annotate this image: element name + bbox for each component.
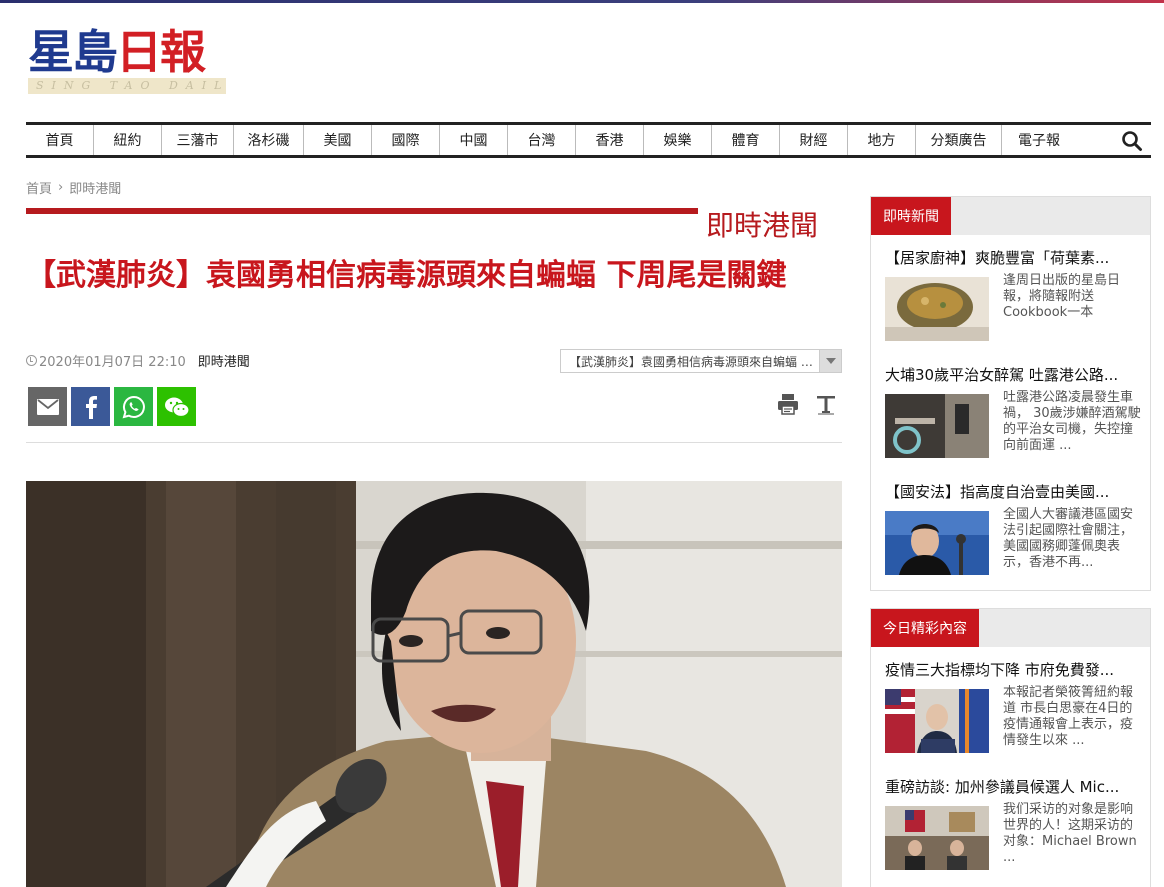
list-item: 大埔30歲平治女醉駕 吐露港公路... 吐露港公路凌晨發生車禍， 30歲涉嫌醉酒… xyxy=(871,352,1150,469)
nav-item-taiwan[interactable]: 台灣 xyxy=(508,125,576,155)
logo-chinese: 星島日報 xyxy=(28,25,206,79)
font-size-icon[interactable] xyxy=(814,392,838,416)
list-item: 疫情三大指標均下降 市府免費發... 本報記者榮筱箐紐約報道 市長白思豪在4日的… xyxy=(871,647,1150,764)
article-headline: 【武漢肺炎】袁國勇相信病毒源頭來自蝙蝠 下周尾是關鍵 xyxy=(26,258,787,293)
whatsapp-icon xyxy=(122,395,145,418)
article-photo xyxy=(26,481,842,887)
top-accent-line xyxy=(0,0,1164,3)
news-title[interactable]: 重磅訪談: 加州參議員候選人 Mic... xyxy=(885,776,1143,797)
news-thumbnail[interactable] xyxy=(885,394,989,458)
article-category[interactable]: 即時港聞 xyxy=(198,351,250,370)
photo-scene xyxy=(26,481,842,887)
news-description: 逢周日出版的星島日報，將隨報附送Cookbook一本 xyxy=(1003,273,1121,320)
news-description: 本報記者榮筱箐紐約報道 市長白思豪在4日的疫情通報會上表示，疫情發生以來 ... xyxy=(1003,685,1134,748)
news-thumbnail[interactable] xyxy=(885,511,989,575)
content-divider xyxy=(26,442,842,443)
share-email-button[interactable] xyxy=(28,387,67,426)
chevron-down-icon[interactable] xyxy=(819,350,841,372)
nav-item-classifieds[interactable]: 分類廣告 xyxy=(916,125,1002,155)
nav-item-epaper[interactable]: 電子報 xyxy=(1002,125,1076,155)
chevron-right-icon: › xyxy=(58,180,64,195)
news-title[interactable]: 大埔30歲平治女醉駕 吐露港公路... xyxy=(885,364,1143,385)
nav-item-hong-kong[interactable]: 香港 xyxy=(576,125,644,155)
related-select-value: 【武漢肺炎】袁國勇相信病毒源頭來自蝙蝠 下周尾是關鍵 xyxy=(569,354,819,369)
wechat-icon xyxy=(164,397,190,417)
sidebar-latest-title: 即時新聞 xyxy=(871,197,951,235)
nav-item-home[interactable]: 首頁 xyxy=(26,125,94,155)
breadcrumb-current[interactable]: 即時港聞 xyxy=(69,178,121,197)
news-thumbnail[interactable] xyxy=(885,689,989,753)
main-nav: 首頁 紐約 三藩市 洛杉磯 美國 國際 中國 台灣 香港 娛樂 體育 財經 地方… xyxy=(26,122,1151,158)
nav-item-local[interactable]: 地方 xyxy=(848,125,916,155)
article-meta: 2020年01月07日 22:10 即時港聞 xyxy=(26,351,250,370)
share-facebook-button[interactable] xyxy=(71,387,110,426)
nav-item-san-francisco[interactable]: 三藩市 xyxy=(162,125,234,155)
news-title[interactable]: 疫情三大指標均下降 市府免費發... xyxy=(885,659,1143,680)
facebook-icon xyxy=(85,395,97,419)
nav-item-los-angeles[interactable]: 洛杉磯 xyxy=(234,125,304,155)
news-description: 全國人大審議港區國安法引起國際社會關注，美國國務卿蓬佩奧表示，香港不再... xyxy=(1003,507,1134,570)
nav-item-usa[interactable]: 美國 xyxy=(304,125,372,155)
section-divider-bar xyxy=(26,208,698,214)
nav-item-finance[interactable]: 財經 xyxy=(780,125,848,155)
nav-item-new-york[interactable]: 紐約 xyxy=(94,125,162,155)
article-datetime: 2020年01月07日 22:10 xyxy=(39,355,186,370)
site-logo[interactable]: 星島日報 SING TAO DAILY xyxy=(28,26,228,98)
list-item: 重磅訪談: 加州參議員候選人 Mic... 我们采访的对象是影响世界的人！这期采… xyxy=(871,764,1150,881)
share-whatsapp-button[interactable] xyxy=(114,387,153,426)
share-bar xyxy=(28,387,196,426)
nav-item-entertainment[interactable]: 娛樂 xyxy=(644,125,712,155)
list-item: 【居家廚神】爽脆豐富「荷葉素... 逢周日出版的星島日報，將隨報附送Cookbo… xyxy=(871,235,1150,352)
news-description: 我们采访的对象是影响世界的人！这期采访的对象：Michael Brown ... xyxy=(1003,802,1137,865)
email-icon xyxy=(36,398,59,415)
sidebar-latest-news: 即時新聞 【居家廚神】爽脆豐富「荷葉素... 逢周日出版的星島日報，將隨報附送C… xyxy=(870,196,1151,591)
nav-item-sports[interactable]: 體育 xyxy=(712,125,780,155)
news-description: 吐露港公路凌晨發生車禍， 30歲涉嫌醉酒駕駛的平治女司機，失控撞向前面運 ... xyxy=(1003,390,1141,453)
print-icon[interactable] xyxy=(776,392,800,416)
clock-icon xyxy=(26,355,37,366)
sidebar-latest-header: 即時新聞 xyxy=(871,197,1150,235)
news-thumbnail[interactable] xyxy=(885,806,989,870)
related-articles-select[interactable]: 【武漢肺炎】袁國勇相信病毒源頭來自蝙蝠 下周尾是關鍵 xyxy=(560,349,842,373)
breadcrumb: 首頁 › 即時港聞 xyxy=(26,178,121,197)
nav-item-china[interactable]: 中國 xyxy=(440,125,508,155)
article-tools xyxy=(776,392,838,416)
list-item: 【國安法】指高度自治壹由美國... 全國人大審議港區國安法引起國際社會關注，美國… xyxy=(871,469,1150,586)
sidebar-featured-header: 今日精彩內容 xyxy=(871,609,1150,647)
sidebar-featured: 今日精彩內容 疫情三大指標均下降 市府免費發... 本報記者榮筱箐紐約報道 市長… xyxy=(870,608,1151,887)
news-title[interactable]: 【居家廚神】爽脆豐富「荷葉素... xyxy=(885,247,1143,268)
share-wechat-button[interactable] xyxy=(157,387,196,426)
breadcrumb-home[interactable]: 首頁 xyxy=(26,178,52,197)
nav-item-international[interactable]: 國際 xyxy=(372,125,440,155)
logo-english: SING TAO DAILY xyxy=(28,78,226,94)
sidebar-featured-title: 今日精彩內容 xyxy=(871,609,979,647)
search-icon[interactable] xyxy=(1121,130,1143,152)
news-title[interactable]: 【國安法】指高度自治壹由美國... xyxy=(885,481,1143,502)
news-thumbnail[interactable] xyxy=(885,277,989,341)
section-title: 即時港聞 xyxy=(706,209,819,242)
